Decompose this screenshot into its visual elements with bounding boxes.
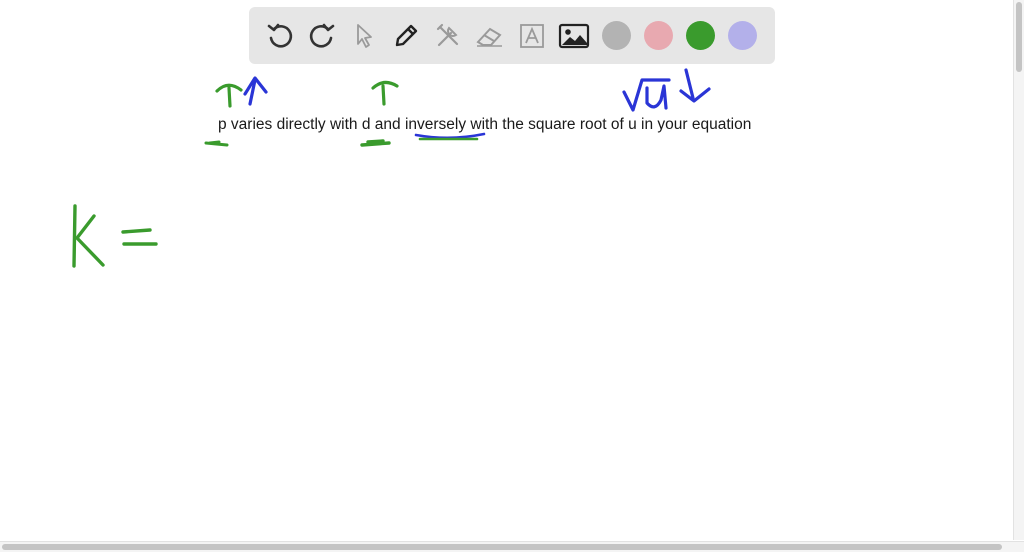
image-tool-button[interactable] [553, 15, 595, 57]
eraser-button[interactable] [469, 15, 511, 57]
drawing-toolbar [249, 7, 775, 64]
horizontal-scroll-thumb[interactable] [2, 544, 1002, 550]
green-up-arrow-p [215, 83, 243, 108]
problem-statement: p varies directly with d and inversely w… [218, 116, 752, 133]
green-up-arrow-d [371, 80, 399, 106]
text-tool-button[interactable] [511, 15, 553, 57]
handwritten-annotations [72, 68, 711, 268]
pen-tool-button[interactable] [385, 15, 427, 57]
redo-button[interactable] [301, 15, 343, 57]
color-swatch [727, 21, 757, 50]
green-k-equals [72, 204, 158, 268]
underline-inversely [414, 132, 486, 141]
blue-sqrt-u [622, 78, 671, 112]
undo-button[interactable] [259, 15, 301, 57]
pointer-icon [357, 23, 372, 48]
vertical-scrollbar[interactable] [1013, 0, 1024, 540]
text-box-icon [520, 23, 544, 48]
blue-down-arrow [679, 68, 711, 103]
color-gray-button[interactable] [595, 15, 637, 57]
color-swatch [601, 21, 631, 50]
vertical-scroll-thumb[interactable] [1016, 2, 1022, 72]
color-green-button[interactable] [679, 15, 721, 57]
tools-icon [436, 23, 459, 46]
color-swatch [685, 21, 715, 50]
redo-icon [309, 23, 335, 48]
color-swatch [643, 21, 673, 50]
eraser-icon [476, 27, 502, 47]
tools-button[interactable] [427, 15, 469, 57]
color-pink-button[interactable] [637, 15, 679, 57]
pen-icon [395, 24, 418, 46]
image-icon [558, 23, 590, 48]
green-underline-p [204, 140, 229, 147]
undo-icon [267, 23, 293, 48]
horizontal-scrollbar[interactable] [0, 541, 1024, 552]
pointer-tool-button[interactable] [343, 15, 385, 57]
whiteboard-canvas[interactable]: p varies directly with d and inversely w… [0, 0, 1024, 552]
color-lavender-button[interactable] [721, 15, 763, 57]
blue-up-arrow-p [243, 76, 268, 106]
green-underline-d [360, 139, 391, 147]
